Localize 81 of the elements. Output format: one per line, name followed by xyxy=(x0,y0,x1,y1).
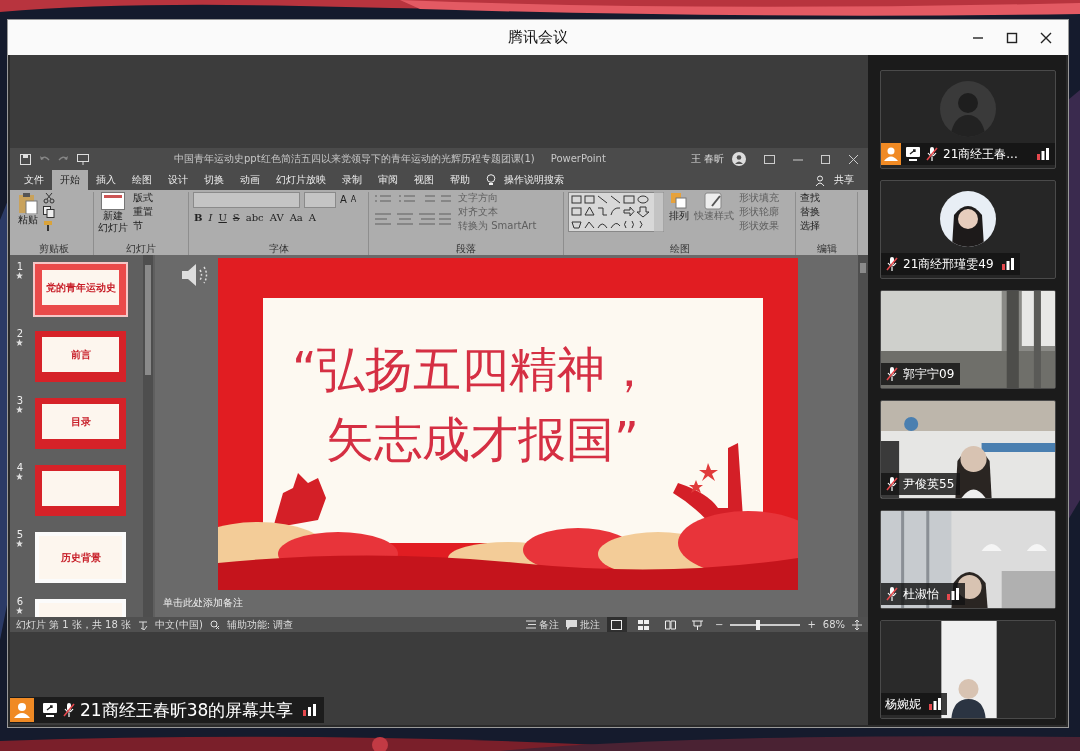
ribbon-tab[interactable]: 插入 xyxy=(88,170,124,190)
ribbon-command[interactable]: 替换 xyxy=(800,206,820,218)
slide-thumbnail[interactable]: 前言 xyxy=(33,329,128,384)
format-button[interactable]: abc xyxy=(244,212,265,224)
help-search-field[interactable]: 操作说明搜索 xyxy=(496,170,572,190)
slide-number: 4 xyxy=(16,463,24,473)
video-tile[interactable]: 21商经王春... xyxy=(880,70,1056,169)
ribbon-tab[interactable]: 审阅 xyxy=(370,170,406,190)
participant-name: 杨婉妮 xyxy=(885,695,921,713)
new-slide-button[interactable]: 新建 幻灯片 xyxy=(98,192,128,234)
slide-heading: “弘扬五四精神， xyxy=(292,340,654,399)
slide-number: 2 xyxy=(16,329,24,339)
user-name: 王 春昕 xyxy=(690,152,724,166)
video-tile[interactable]: 21商经邢瑾雯49 xyxy=(880,180,1056,279)
zoom-level[interactable]: 68% xyxy=(822,619,845,630)
share-button[interactable]: 共享 xyxy=(826,170,862,190)
zoom-in-button[interactable]: + xyxy=(807,619,816,630)
video-tile[interactable]: 杨婉妮 xyxy=(880,620,1056,719)
group-label: 编辑 xyxy=(815,243,838,255)
group-label: 剪贴板 xyxy=(37,243,70,255)
slide-number: 6 xyxy=(16,597,24,607)
ribbon-tab[interactable]: 录制 xyxy=(334,170,370,190)
shrink-font-button[interactable]: A xyxy=(350,194,357,206)
ribbon-tab[interactable]: 帮助 xyxy=(442,170,478,190)
participant-name: 21商经邢瑾雯49 xyxy=(903,255,994,273)
notes-button[interactable]: 备注 xyxy=(526,617,559,632)
notes-placeholder[interactable]: 单击此处添加备注 xyxy=(163,596,858,610)
ribbon-tab[interactable]: 切换 xyxy=(196,170,232,190)
zoom-out-button[interactable]: − xyxy=(715,619,724,630)
slide-thumbnail[interactable]: 目录 xyxy=(33,396,128,451)
ribbon-command[interactable]: 查找 xyxy=(800,192,820,204)
group-label: 绘图 xyxy=(668,243,691,255)
group-label: 字体 xyxy=(267,243,290,255)
video-tile[interactable]: 郭宇宁09 xyxy=(880,290,1056,389)
document-title: 中国青年运动史ppt红色简洁五四以来党领导下的青年运动的光辉历程专题团课(1) xyxy=(173,153,535,164)
slide-thumbnail[interactable]: 历史背景 xyxy=(33,530,128,585)
ribbon-command[interactable]: 选择 xyxy=(800,220,820,232)
ribbon-command[interactable]: 版式 xyxy=(133,192,153,204)
slide-count: 幻灯片 第 1 张，共 18 张 xyxy=(16,617,131,632)
app-name: PowerPoint xyxy=(550,153,606,164)
video-tile[interactable]: 杜淑怡 xyxy=(880,510,1056,609)
slide-thumbnail[interactable]: 党的青年运动史 xyxy=(33,262,128,317)
format-button[interactable]: I xyxy=(207,212,214,224)
group-label: 段落 xyxy=(455,243,477,255)
slide-number: 5 xyxy=(16,530,24,540)
thumbnail-title: 党的青年运动史 xyxy=(45,280,116,295)
group-label: 幻灯片 xyxy=(125,243,157,255)
window-title: 腾讯会议 xyxy=(508,28,568,47)
format-button[interactable]: B xyxy=(193,212,204,224)
ribbon-tab[interactable]: 视图 xyxy=(406,170,442,190)
paste-button[interactable]: 粘贴 xyxy=(18,192,38,226)
language-label[interactable]: 中文(中国) xyxy=(155,617,203,632)
format-button[interactable]: A xyxy=(307,212,318,224)
ribbon-tab[interactable]: 文件 xyxy=(16,170,52,190)
slide-number: 3 xyxy=(16,396,24,406)
accessibility-label[interactable]: 辅助功能: 调查 xyxy=(226,617,294,632)
ribbon-tab[interactable]: 开始 xyxy=(52,170,88,190)
slide-number: 1 xyxy=(16,262,24,272)
format-button[interactable]: AV xyxy=(268,212,285,224)
ribbon-tab[interactable]: 动画 xyxy=(232,170,268,190)
ribbon-tab[interactable]: 幻灯片放映 xyxy=(268,170,334,190)
video-tile[interactable]: 尹俊英55 xyxy=(880,400,1056,499)
thumbnail-title: 目录 xyxy=(70,414,91,429)
share-title: 21商经王春昕38的屏幕共享 xyxy=(80,698,294,722)
ribbon-tab[interactable]: 绘图 xyxy=(124,170,160,190)
slide-heading: 矢志成才报国” xyxy=(325,410,640,469)
ribbon-command[interactable]: 重置 xyxy=(133,206,153,218)
format-button[interactable]: U xyxy=(217,212,228,224)
participant-name: 21商经王春... xyxy=(943,145,1019,163)
participant-name: 郭宇宁09 xyxy=(903,365,955,383)
format-button[interactable]: Aa xyxy=(288,212,304,224)
thumbnail-title: 前言 xyxy=(70,347,91,362)
participant-name: 杜淑怡 xyxy=(903,585,939,603)
thumbnail-title: 历史背景 xyxy=(60,550,101,565)
format-button[interactable]: S xyxy=(231,212,241,224)
arrange-button[interactable]: 排列 xyxy=(669,192,689,222)
comments-button[interactable]: 批注 xyxy=(566,617,600,632)
grow-font-button[interactable]: A xyxy=(340,194,347,206)
participant-name: 尹俊英55 xyxy=(903,475,955,493)
ribbon-tab[interactable]: 设计 xyxy=(160,170,196,190)
ribbon-command[interactable]: 节 xyxy=(133,220,143,232)
